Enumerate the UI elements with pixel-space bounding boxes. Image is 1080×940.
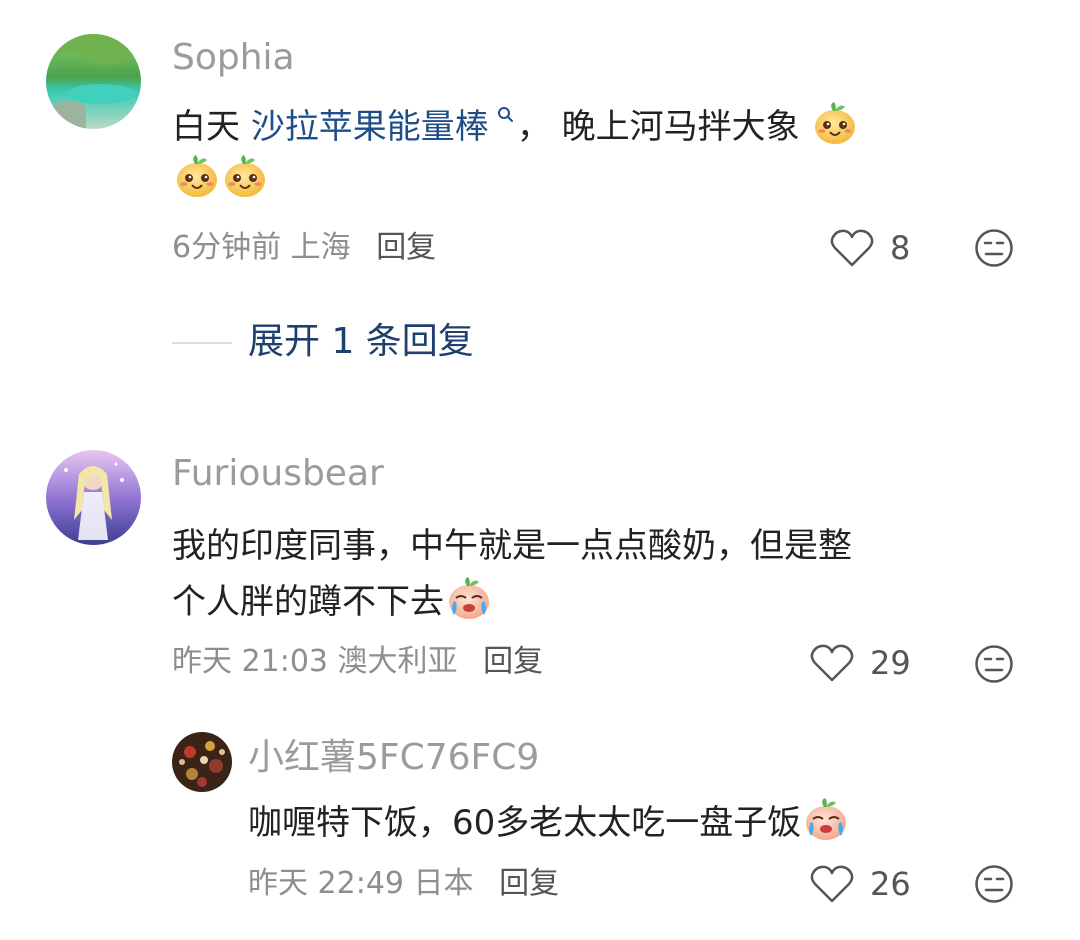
happy-mango-emoji <box>225 155 265 197</box>
like-button[interactable]: 8 <box>830 226 910 270</box>
like-button[interactable]: 26 <box>810 862 911 906</box>
username[interactable]: Sophia <box>172 36 295 80</box>
crying-mango-emoji <box>806 798 847 840</box>
comment-meta: 昨天 22:49 日本 回复 <box>248 862 559 906</box>
search-icon[interactable] <box>495 104 517 126</box>
dislike-button[interactable] <box>974 228 1014 272</box>
happy-mango-emoji <box>815 102 856 144</box>
comment-time: 昨天 21:03 <box>172 644 328 679</box>
reply-button[interactable]: 回复 <box>499 866 559 901</box>
meh-face-icon <box>975 645 1013 683</box>
like-count: 8 <box>890 229 911 267</box>
heart-outline-icon <box>810 644 854 682</box>
avatar[interactable] <box>46 34 141 129</box>
username[interactable]: Furiousbear <box>172 452 384 496</box>
comment-time: 6分钟前 <box>172 230 282 265</box>
expand-replies-button[interactable]: 展开 1 条回复 <box>248 318 474 366</box>
comment-text-line: 个人胖的蹲不下去 <box>172 582 444 622</box>
meh-face-icon <box>975 865 1013 903</box>
comment-text-part: ， 晚上河马拌大象 <box>516 107 800 147</box>
comment-text: 咖喱特下饭，60多老太太吃一盘子饭 <box>248 796 1028 849</box>
reply-button[interactable]: 回复 <box>483 644 543 679</box>
comment-location: 上海 <box>290 230 351 265</box>
avatar[interactable] <box>172 732 232 792</box>
happy-mango-emoji <box>177 155 217 197</box>
like-count: 26 <box>870 865 911 903</box>
dislike-button[interactable] <box>974 644 1014 688</box>
dislike-button[interactable] <box>974 864 1014 908</box>
comment-location: 日本 <box>413 866 474 901</box>
expand-divider <box>172 342 232 344</box>
comment-text: 我的印度同事，中午就是一点点酸奶，但是整 个人胖的蹲不下去 <box>172 518 1032 630</box>
heart-outline-icon <box>830 229 874 267</box>
heart-outline-icon <box>810 865 854 903</box>
avatar[interactable] <box>46 450 141 545</box>
comment-meta: 6分钟前 上海 回复 <box>172 226 436 270</box>
comment-location: 澳大利亚 <box>337 644 458 679</box>
comment-meta: 昨天 21:03 澳大利亚 回复 <box>172 640 543 684</box>
crying-mango-emoji <box>449 577 489 619</box>
search-keyword-link[interactable]: 沙拉苹果能量棒 <box>251 107 489 147</box>
comment-text-line: 咖喱特下饭，60多老太太吃一盘子饭 <box>248 803 802 843</box>
comment-text: 白天 沙拉苹果能量棒 ， 晚上河马拌大象 <box>172 100 1032 206</box>
comment-time: 昨天 22:49 <box>248 866 404 901</box>
like-button[interactable]: 29 <box>810 641 911 685</box>
like-count: 29 <box>870 644 911 682</box>
reply-button[interactable]: 回复 <box>376 230 436 265</box>
username[interactable]: 小红薯5FC76FC9 <box>248 736 539 780</box>
meh-face-icon <box>975 229 1013 267</box>
comment-text-line: 我的印度同事，中午就是一点点酸奶，但是整 <box>172 526 852 566</box>
comment-text-part: 白天 <box>172 107 251 147</box>
